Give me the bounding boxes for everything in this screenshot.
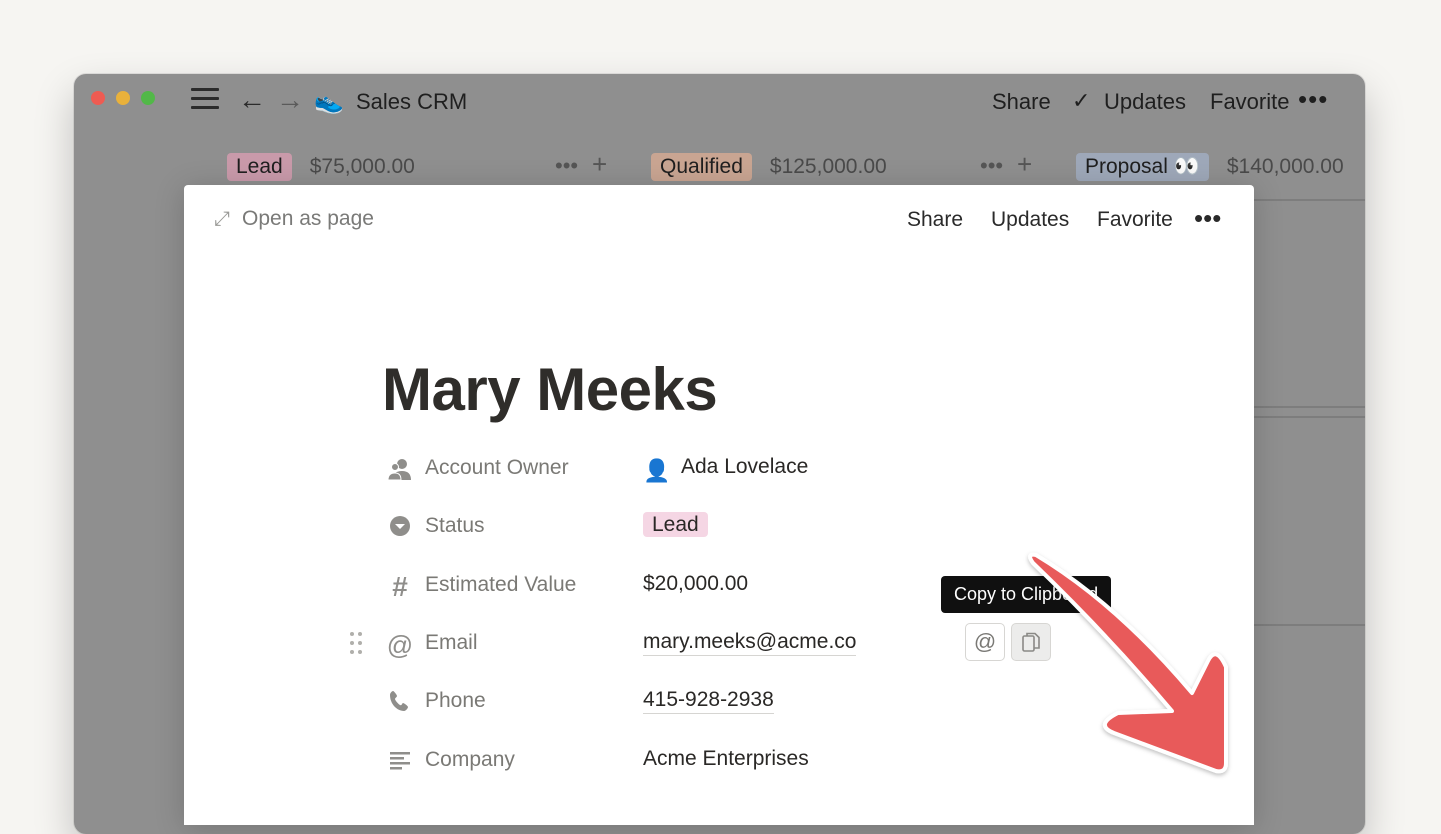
column-amount: $125,000.00 (769, 155, 887, 178)
column-add-icon[interactable]: + (592, 149, 607, 180)
column-more-icon[interactable]: ••• (980, 153, 1003, 179)
annotation-arrow (1028, 552, 1228, 774)
at-icon: @ (386, 630, 414, 660)
property-label: Status (425, 514, 485, 537)
menu-icon[interactable] (191, 88, 219, 110)
property-label: Account Owner (425, 456, 569, 479)
updates-button[interactable]: Updates (1104, 89, 1186, 115)
card-divider (1254, 199, 1365, 201)
property-phone[interactable]: Phone 415-928-2938 (384, 685, 1084, 719)
property-status[interactable]: Status Lead (384, 510, 1084, 544)
column-add-icon[interactable]: + (1017, 149, 1032, 180)
status-icon (386, 514, 414, 542)
property-label: Estimated Value (425, 573, 577, 596)
card-divider (1254, 416, 1365, 418)
back-arrow-icon[interactable]: ← (238, 86, 266, 114)
maximize-window-button[interactable] (141, 91, 155, 105)
card-divider (1254, 406, 1365, 408)
modal-favorite-button[interactable]: Favorite (1097, 208, 1173, 232)
page-title[interactable]: Mary Meeks (382, 355, 718, 424)
phone-icon (386, 689, 414, 717)
hash-icon: # (392, 571, 408, 602)
property-account-owner[interactable]: Account Owner 👤 Ada Lovelace (384, 452, 1084, 486)
property-label: Phone (425, 689, 486, 712)
board-column-qualified: Qualified $125,000.00 (651, 153, 887, 181)
record-peek-modal: ⤢ Open as page Share Updates Favorite ••… (184, 185, 1254, 825)
modal-share-button[interactable]: Share (907, 208, 963, 232)
card-divider (1254, 624, 1365, 626)
column-tag[interactable]: Qualified (651, 153, 752, 181)
share-button[interactable]: Share (992, 89, 1051, 115)
modal-updates-button[interactable]: Updates (991, 208, 1069, 232)
board-column-lead: Lead $75,000.00 (227, 153, 415, 181)
open-as-page-label: Open as page (242, 207, 374, 230)
text-icon (386, 748, 414, 776)
check-icon: ✓ (1072, 88, 1091, 113)
property-value[interactable]: $20,000.00 (643, 572, 748, 596)
property-value[interactable]: 👤 Ada Lovelace (643, 455, 808, 484)
modal-more-icon[interactable]: ••• (1194, 203, 1221, 234)
property-label: Email (425, 631, 478, 654)
column-amount: $140,000.00 (1226, 155, 1344, 178)
property-label: Company (425, 748, 515, 771)
board-column-proposal: Proposal 👀 $140,000.00 (1076, 153, 1344, 181)
column-tag[interactable]: Lead (227, 153, 292, 181)
mention-button[interactable]: @ (965, 623, 1005, 661)
drag-handle-icon[interactable] (348, 630, 364, 656)
property-company[interactable]: Company Acme Enterprises (384, 744, 1084, 778)
avatar: 👤 (643, 458, 671, 483)
expand-icon: ⤢ (214, 207, 230, 230)
email-value[interactable]: mary.meeks@acme.co (643, 630, 857, 656)
at-icon: @ (973, 629, 997, 654)
owner-name: Ada Lovelace (681, 455, 809, 478)
column-more-icon[interactable]: ••• (555, 153, 578, 179)
property-value[interactable]: Lead (643, 512, 708, 537)
status-badge: Lead (643, 512, 708, 537)
more-options-icon[interactable]: ••• (1298, 84, 1328, 115)
app-title: Sales CRM (356, 89, 468, 114)
shoe-icon: 👟 (314, 88, 344, 115)
minimize-window-button[interactable] (116, 91, 130, 105)
column-tag[interactable]: Proposal 👀 (1076, 153, 1209, 181)
phone-value[interactable]: 415-928-2938 (643, 688, 774, 714)
property-value[interactable]: Acme Enterprises (643, 747, 809, 771)
person-icon (386, 456, 414, 484)
forward-arrow-icon[interactable]: → (276, 86, 304, 114)
favorite-button[interactable]: Favorite (1210, 89, 1289, 115)
open-as-page-button[interactable]: ⤢ Open as page (214, 207, 374, 231)
column-amount: $75,000.00 (309, 155, 415, 178)
close-window-button[interactable] (91, 91, 105, 105)
